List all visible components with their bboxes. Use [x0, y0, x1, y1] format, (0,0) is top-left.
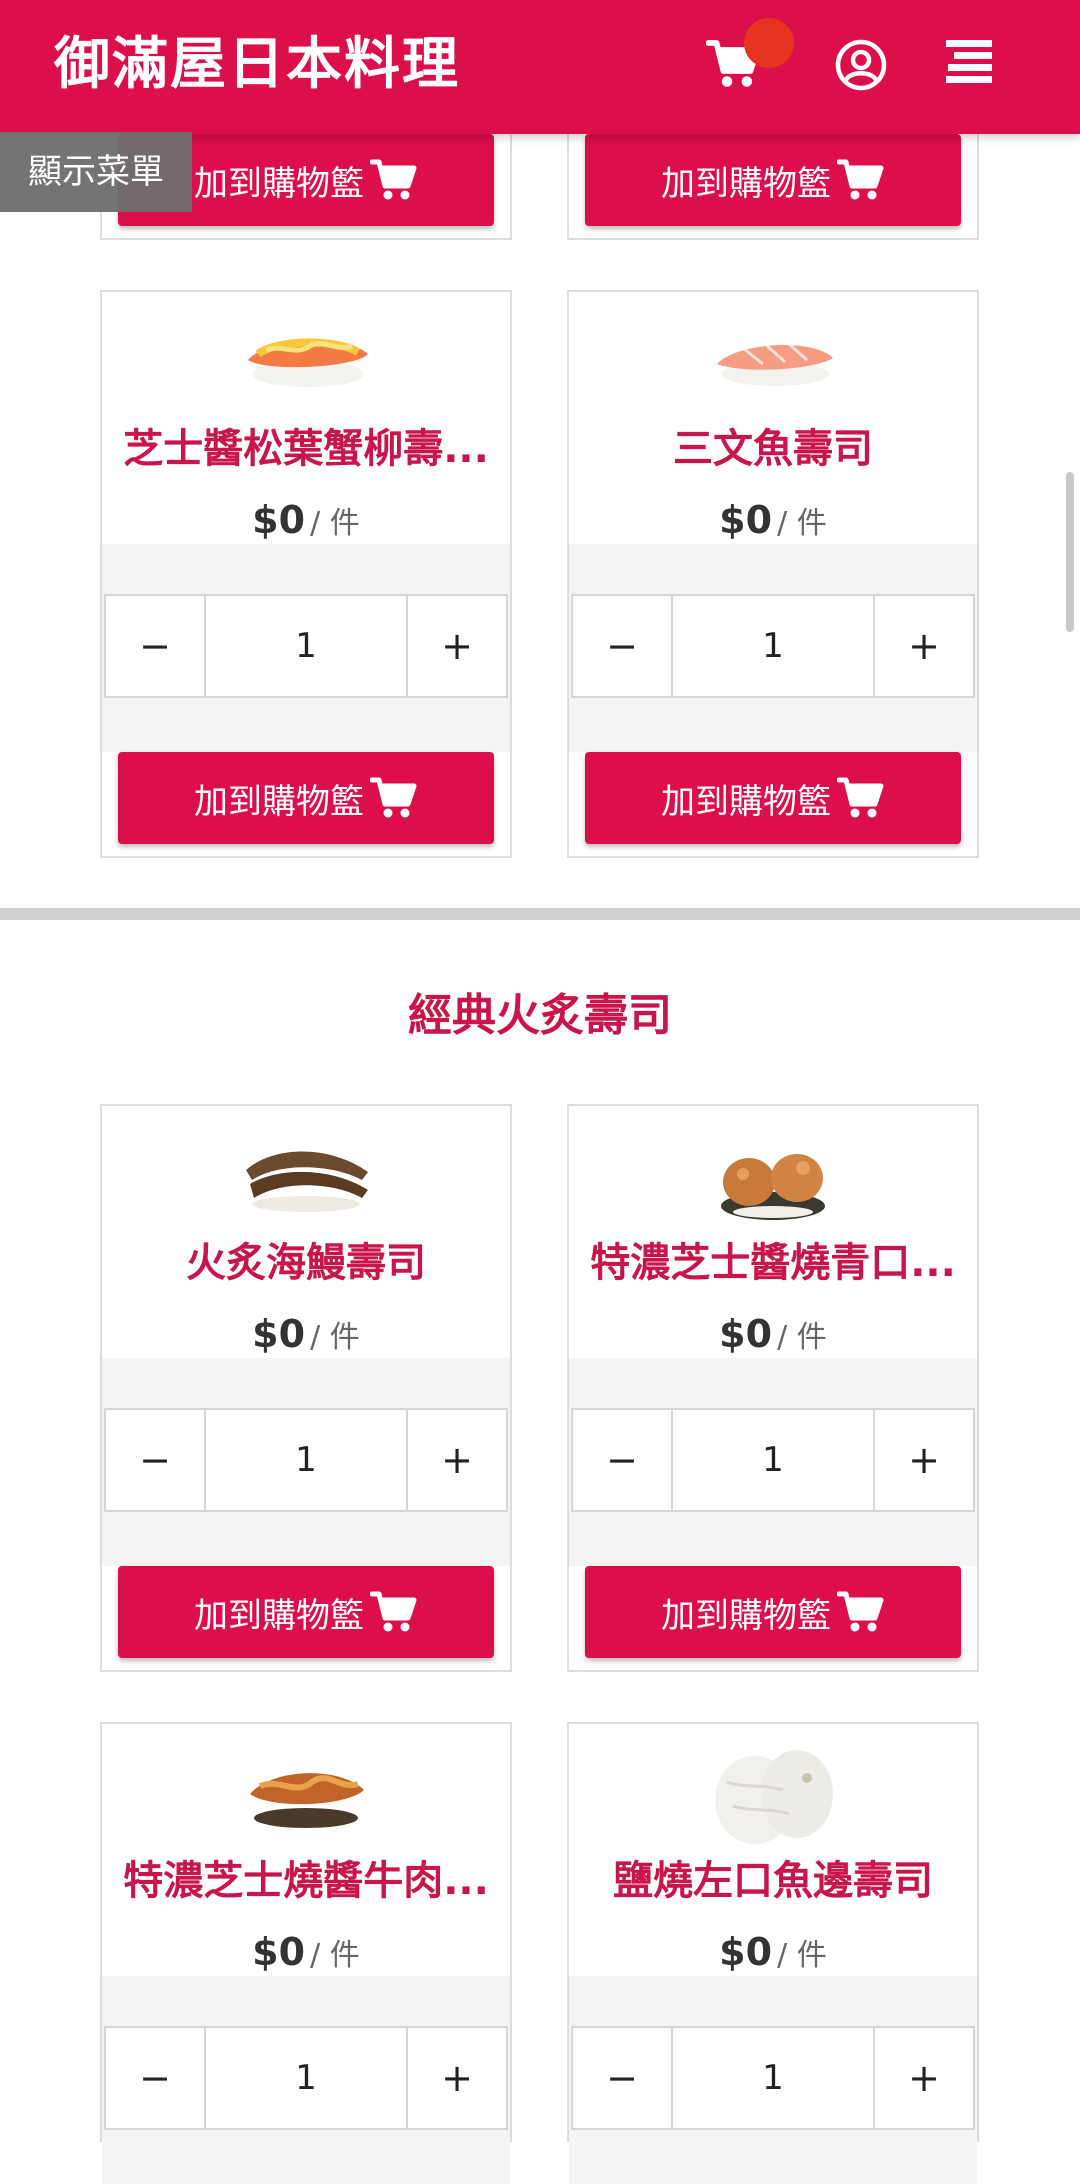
quantity-input[interactable]: 1: [671, 1408, 875, 1512]
price-unit: / 件: [777, 506, 827, 541]
product-card: 火炙海鰻壽司 $0 / 件 − 1 + 加到購物籃: [100, 1104, 512, 1672]
price-unit: / 件: [777, 1320, 827, 1355]
product-name[interactable]: 特濃芝士燒醬牛肉...: [102, 1846, 510, 1916]
quantity-stepper: − 1 +: [104, 594, 508, 698]
add-to-cart-label: 加到購物籃: [661, 163, 831, 204]
plus-button[interactable]: +: [408, 1408, 508, 1512]
cart-icon: [837, 1590, 885, 1634]
product-card: 特濃芝士醬燒青口... $0 / 件 − 1 + 加到購物籃: [567, 1104, 979, 1672]
quantity-stepper: − 1 +: [571, 594, 975, 698]
price-row: $0 / 件: [569, 492, 977, 548]
show-menu-button[interactable]: 顯示菜單: [0, 132, 192, 212]
product-name[interactable]: 鹽燒左口魚邊壽司: [569, 1846, 977, 1916]
add-to-cart-button[interactable]: 加到購物籃: [118, 752, 494, 844]
add-to-cart-button[interactable]: 加到購物籃: [118, 1566, 494, 1658]
price-unit: / 件: [310, 506, 360, 541]
add-to-cart-label: 加到購物籃: [194, 781, 364, 822]
cart-icon: [837, 158, 885, 202]
product-price: $0: [719, 1312, 773, 1356]
minus-button[interactable]: −: [104, 1408, 204, 1512]
quantity-stepper: − 1 +: [104, 2026, 508, 2130]
section-title: 經典火炙壽司: [408, 990, 672, 1041]
minus-button[interactable]: −: [571, 594, 671, 698]
product-price: $0: [252, 498, 306, 542]
quantity-input[interactable]: 1: [204, 1408, 408, 1512]
product-name[interactable]: 三文魚壽司: [569, 414, 977, 484]
add-to-cart-label: 加到購物籃: [661, 1595, 831, 1636]
cart-icon: [370, 158, 418, 202]
scrollbar[interactable]: [1066, 472, 1074, 632]
product-card: 鹽燒左口魚邊壽司 $0 / 件 − 1 +: [567, 1722, 979, 2184]
product-image: [569, 1138, 977, 1238]
price-row: $0 / 件: [102, 492, 510, 548]
price-unit: / 件: [777, 1938, 827, 1973]
price-row: $0 / 件: [102, 1924, 510, 1980]
user-circle-icon[interactable]: [834, 38, 888, 92]
quantity-stepper: − 1 +: [571, 1408, 975, 1512]
product-image: [102, 324, 510, 424]
minus-button[interactable]: −: [104, 594, 204, 698]
plus-button[interactable]: +: [875, 2026, 975, 2130]
hamburger-menu-icon[interactable]: [944, 34, 996, 90]
price-unit: / 件: [310, 1938, 360, 1973]
product-card: 特濃芝士燒醬牛肉... $0 / 件 − 1 +: [100, 1722, 512, 2184]
cart-icon: [370, 1590, 418, 1634]
minus-button[interactable]: −: [571, 2026, 671, 2130]
add-to-cart-label: 加到購物籃: [661, 781, 831, 822]
product-name[interactable]: 特濃芝士醬燒青口...: [569, 1228, 977, 1298]
add-to-cart-button[interactable]: 加到購物籃: [585, 752, 961, 844]
quantity-input[interactable]: 1: [204, 2026, 408, 2130]
product-price: $0: [252, 1312, 306, 1356]
product-price: $0: [719, 498, 773, 542]
product-price: $0: [252, 1930, 306, 1974]
product-name[interactable]: 火炙海鰻壽司: [102, 1228, 510, 1298]
plus-button[interactable]: +: [408, 2026, 508, 2130]
add-to-cart-label: 加到購物籃: [194, 163, 364, 204]
product-card: 三文魚壽司 $0 / 件 − 1 + 加到購物籃: [567, 290, 979, 858]
app-header: 御滿屋日本料理: [0, 0, 1080, 134]
add-to-cart-button[interactable]: 加到購物籃: [585, 1566, 961, 1658]
quantity-input[interactable]: 1: [671, 594, 875, 698]
price-row: $0 / 件: [569, 1924, 977, 1980]
cart-icon: [370, 776, 418, 820]
product-card: 芝士醬松葉蟹柳壽... $0 / 件 − 1 + 加到購物籃: [100, 290, 512, 858]
price-row: $0 / 件: [569, 1306, 977, 1362]
cart-icon: [837, 776, 885, 820]
plus-button[interactable]: +: [408, 594, 508, 698]
product-price: $0: [719, 1930, 773, 1974]
quantity-stepper: − 1 +: [104, 1408, 508, 1512]
quantity-input[interactable]: 1: [204, 594, 408, 698]
quantity-input[interactable]: 1: [671, 2026, 875, 2130]
minus-button[interactable]: −: [571, 1408, 671, 1512]
product-name[interactable]: 芝士醬松葉蟹柳壽...: [102, 414, 510, 484]
plus-button[interactable]: +: [875, 1408, 975, 1512]
brand-title: 御滿屋日本料理: [54, 32, 460, 97]
section-divider: [0, 908, 1080, 920]
quantity-stepper: − 1 +: [571, 2026, 975, 2130]
add-to-cart-button[interactable]: 加到購物籃: [585, 134, 961, 226]
product-image: [569, 1742, 977, 1852]
minus-button[interactable]: −: [104, 2026, 204, 2130]
product-image: [569, 324, 977, 424]
price-row: $0 / 件: [102, 1306, 510, 1362]
product-image: [102, 1756, 510, 1856]
cart-badge: [744, 18, 794, 68]
add-to-cart-label: 加到購物籃: [194, 1595, 364, 1636]
price-unit: / 件: [310, 1320, 360, 1355]
product-image: [102, 1138, 510, 1238]
plus-button[interactable]: +: [875, 594, 975, 698]
